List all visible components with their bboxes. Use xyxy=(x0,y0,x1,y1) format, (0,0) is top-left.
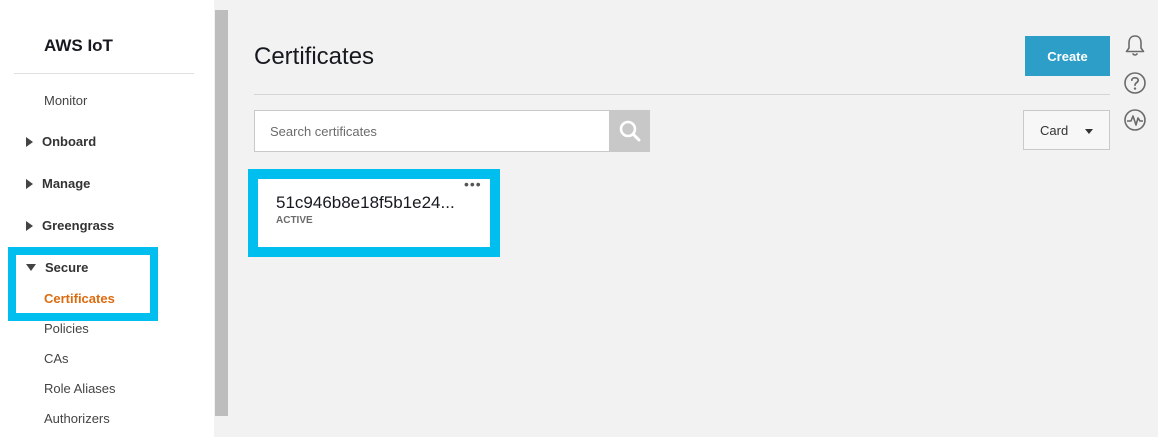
app-title: AWS IoT xyxy=(44,36,113,55)
view-select[interactable]: Card xyxy=(1023,110,1110,150)
sidebar-group-label: Onboard xyxy=(42,134,97,149)
search-button[interactable] xyxy=(609,110,650,152)
status-badge: ACTIVE xyxy=(276,215,313,226)
sidebar-group-onboard[interactable]: Onboard xyxy=(26,134,96,149)
sidebar-item-policies[interactable]: Policies xyxy=(44,321,89,336)
sidebar-group-manage[interactable]: Manage xyxy=(26,176,90,191)
title-divider xyxy=(254,94,1110,95)
caret-right-icon xyxy=(26,220,33,231)
sidebar-item-authorizers[interactable]: Authorizers xyxy=(44,411,110,426)
sidebar-divider xyxy=(14,73,194,74)
page-title: Certificates xyxy=(254,43,375,70)
caret-right-icon xyxy=(26,136,33,147)
view-select-value: Card xyxy=(1040,122,1069,138)
more-options-icon[interactable]: ••• xyxy=(464,177,482,191)
sidebar-scrollbar[interactable] xyxy=(215,10,228,416)
certificate-id[interactable]: 51c946b8e18f5b1e24... xyxy=(276,193,476,213)
sidebar-item-role-aliases[interactable]: Role Aliases xyxy=(44,381,116,396)
help-icon[interactable] xyxy=(1122,70,1148,96)
search-icon xyxy=(619,120,640,142)
chevron-down-icon xyxy=(1085,129,1093,134)
sidebar-item-cas[interactable]: CAs xyxy=(44,351,69,366)
sidebar-group-label: Manage xyxy=(42,176,91,191)
sidebar-group-greengrass[interactable]: Greengrass xyxy=(26,218,114,233)
sidebar: AWS IoT Monitor Onboard Manage Greengras… xyxy=(0,0,214,437)
search-input[interactable] xyxy=(254,110,610,152)
sidebar-group-label: Greengrass xyxy=(42,218,115,233)
sidebar-item-monitor[interactable]: Monitor xyxy=(44,93,87,108)
highlight-box xyxy=(8,247,158,321)
create-button[interactable]: Create xyxy=(1025,36,1110,76)
bell-icon[interactable] xyxy=(1122,33,1148,59)
activity-icon[interactable] xyxy=(1122,107,1148,133)
caret-right-icon xyxy=(26,178,33,189)
certificate-card[interactable]: ••• 51c946b8e18f5b1e24... ACTIVE xyxy=(258,177,490,247)
